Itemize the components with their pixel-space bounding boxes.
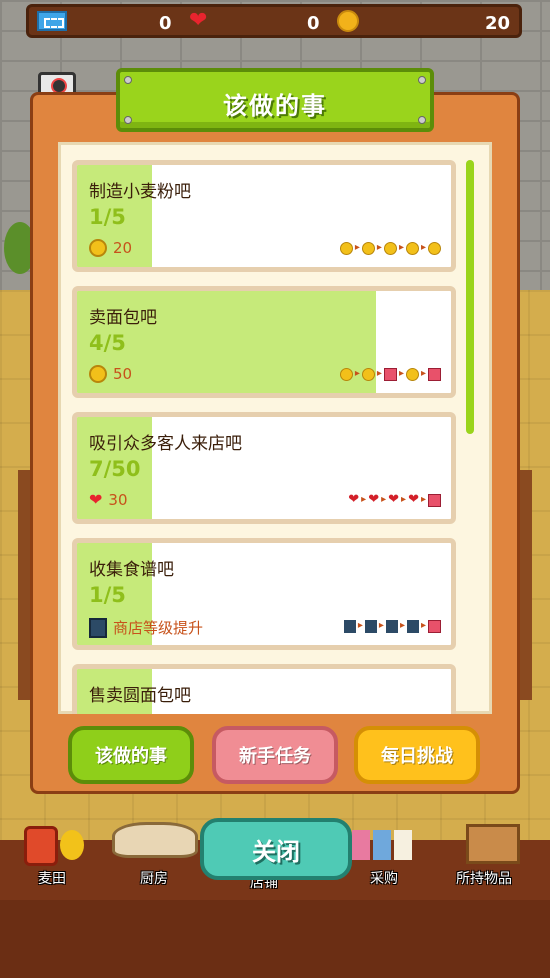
arrow-icon: ▸ bbox=[376, 368, 382, 379]
gift-icon bbox=[428, 493, 441, 507]
book-icon bbox=[89, 617, 107, 638]
task-title: 吸引众多客人来店吧 bbox=[89, 434, 242, 454]
gift-icon bbox=[428, 367, 441, 381]
book-icon bbox=[385, 619, 398, 633]
arrow-icon: ▸ bbox=[398, 368, 404, 379]
tab-daily-challenge[interactable]: 每日挑战 bbox=[354, 726, 480, 784]
coin-icon bbox=[428, 241, 441, 255]
task-reward: 商店等级提升 bbox=[89, 617, 203, 638]
task-reward-value: 20 bbox=[113, 239, 133, 257]
arrow-icon: ▸ bbox=[398, 242, 404, 253]
purchase-icon bbox=[352, 830, 432, 862]
task-reward-value: 商店等级提升 bbox=[113, 619, 204, 637]
task-reward-value: 50 bbox=[113, 365, 133, 383]
kitchen-icon bbox=[112, 822, 198, 858]
resource-bar: 0 ❤ 0 20 bbox=[26, 4, 522, 38]
arrow-icon: ▸ bbox=[420, 620, 426, 631]
task-title: 制造小麦粉吧 bbox=[89, 182, 191, 202]
nav-kitchen[interactable]: 厨房 bbox=[140, 868, 168, 888]
task-reward: 20 bbox=[89, 239, 132, 257]
heart-icon: ❤ bbox=[408, 492, 419, 507]
panel-title: 该做的事 bbox=[223, 92, 327, 120]
nail-icon bbox=[124, 76, 132, 84]
coin-icon bbox=[405, 241, 419, 255]
task-reward: ❤ 30 bbox=[89, 490, 128, 510]
coin-icon bbox=[405, 367, 419, 381]
reward-steps: ▸ ▸ ▸ ▸ bbox=[343, 619, 441, 633]
task-title: 收集食谱吧 bbox=[89, 560, 174, 580]
task-card[interactable]: 收集食谱吧 1/5 商店等级提升 ▸ ▸ ▸ ▸ bbox=[72, 538, 456, 650]
tab-newbie-missions[interactable]: 新手任务 bbox=[212, 726, 338, 784]
panel-title-board: 该做的事 bbox=[116, 68, 434, 132]
arrow-icon: ▸ bbox=[357, 620, 363, 631]
heart-icon: ❤ bbox=[368, 492, 380, 507]
tab-todo[interactable]: 该做的事 bbox=[68, 726, 194, 784]
heart-icon: ❤ bbox=[388, 492, 400, 507]
coin-icon bbox=[89, 365, 107, 383]
ticket-icon bbox=[37, 11, 67, 31]
nav-wheat-field[interactable]: 麦田 bbox=[38, 868, 66, 888]
book-icon bbox=[364, 619, 377, 633]
shelf-right bbox=[518, 470, 532, 700]
coin-count: 20 bbox=[485, 13, 511, 34]
task-reward: 50 bbox=[89, 365, 132, 383]
reward-steps: ▸ ▸ ▸ ▸ bbox=[339, 241, 441, 255]
arrow-icon: ▸ bbox=[420, 242, 426, 253]
task-card[interactable]: 吸引众多客人来店吧 7/50 ❤ 30 ❤ ▸ ❤ ▸ ❤ ▸ ❤ ▸ bbox=[72, 412, 456, 524]
task-progress: 1/5 bbox=[89, 583, 126, 607]
nail-icon bbox=[418, 76, 426, 84]
counter-bottom bbox=[0, 900, 550, 978]
arrow-icon: ▸ bbox=[376, 242, 382, 253]
heart-count: 0 bbox=[307, 13, 320, 34]
gift-icon bbox=[428, 619, 441, 633]
close-button[interactable]: 关闭 bbox=[200, 818, 352, 880]
arrow-icon: ▸ bbox=[399, 620, 405, 631]
task-progress: 7/50 bbox=[89, 457, 141, 481]
gift-icon bbox=[383, 367, 397, 381]
task-reward-value: 30 bbox=[108, 491, 128, 509]
task-title: 卖面包吧 bbox=[89, 308, 157, 328]
arrow-icon: ▸ bbox=[381, 494, 387, 505]
arrow-icon: ▸ bbox=[401, 494, 407, 505]
heart-icon: ❤ bbox=[189, 8, 208, 33]
coin-icon bbox=[339, 367, 353, 381]
coin-icon bbox=[337, 10, 359, 32]
heart-icon: ❤ bbox=[348, 492, 360, 507]
arrow-icon: ▸ bbox=[378, 620, 384, 631]
coin-icon bbox=[383, 241, 397, 255]
arrow-icon: ▸ bbox=[420, 368, 426, 379]
arrow-icon: ▸ bbox=[420, 494, 426, 505]
nav-purchase[interactable]: 采购 bbox=[370, 868, 398, 888]
arrow-icon: ▸ bbox=[354, 242, 360, 253]
task-card[interactable]: 售卖圆面包吧 bbox=[72, 664, 456, 714]
wheat-icon bbox=[60, 830, 84, 860]
task-title: 售卖圆面包吧 bbox=[89, 686, 191, 706]
coin-icon bbox=[361, 367, 375, 381]
arrow-icon: ▸ bbox=[361, 494, 367, 505]
task-progress: 1/5 bbox=[89, 205, 126, 229]
reward-steps: ❤ ▸ ❤ ▸ ❤ ▸ ❤ ▸ bbox=[348, 493, 441, 507]
coin-icon bbox=[339, 241, 353, 255]
task-list-scrollbar[interactable] bbox=[466, 160, 474, 434]
task-card[interactable]: 卖面包吧 4/5 50 ▸ ▸ ▸ ▸ bbox=[72, 286, 456, 398]
book-icon bbox=[406, 619, 419, 633]
book-icon bbox=[343, 619, 356, 633]
ticket-count: 0 bbox=[159, 13, 172, 34]
heart-icon: ❤ bbox=[89, 490, 103, 509]
arrow-icon: ▸ bbox=[354, 368, 360, 379]
reward-steps: ▸ ▸ ▸ ▸ bbox=[339, 367, 441, 381]
coin-icon bbox=[361, 241, 375, 255]
nav-items[interactable]: 所持物品 bbox=[456, 868, 512, 888]
task-progress: 4/5 bbox=[89, 331, 126, 355]
box-icon bbox=[466, 824, 520, 864]
task-list[interactable]: 制造小麦粉吧 1/5 20 ▸ ▸ ▸ ▸ 卖面包吧 4/5 50 ▸ ▸ ▸ ▸ 吸引众多… bbox=[72, 160, 456, 714]
wheat-field-icon bbox=[24, 826, 58, 866]
coin-icon bbox=[89, 239, 107, 257]
task-card[interactable]: 制造小麦粉吧 1/5 20 ▸ ▸ ▸ ▸ bbox=[72, 160, 456, 272]
